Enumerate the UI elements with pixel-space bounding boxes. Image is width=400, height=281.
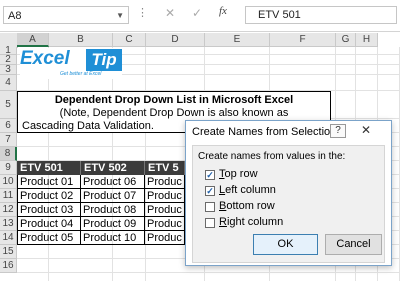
column-header[interactable]: E xyxy=(205,33,270,47)
table-cell[interactable]: Product 08 xyxy=(81,203,145,217)
logo-excel-text: Excel xyxy=(20,48,70,69)
table-cell[interactable]: Produc xyxy=(145,175,185,189)
gridline xyxy=(17,272,400,273)
fx-icon[interactable]: fx xyxy=(219,5,227,17)
row-header[interactable]: 7 xyxy=(0,133,17,147)
column-header[interactable]: D xyxy=(146,33,205,47)
row-header[interactable]: 5 xyxy=(0,91,17,119)
table-cell[interactable]: Produc xyxy=(145,231,185,245)
column-header[interactable]: G xyxy=(336,33,356,47)
name-box-value: A8 xyxy=(8,10,22,22)
formula-bar: A8 ▼ ⋮ ✕ ✓ fx ETV 501 xyxy=(0,0,400,32)
ok-button[interactable]: OK xyxy=(253,234,318,255)
formula-input[interactable]: ETV 501 xyxy=(245,6,397,24)
chevron-down-icon[interactable]: ▼ xyxy=(116,7,124,25)
row-header[interactable]: 11 xyxy=(0,189,17,203)
column-header[interactable]: C xyxy=(113,33,146,47)
row-header[interactable]: 12 xyxy=(0,203,17,217)
column-header[interactable]: A xyxy=(17,33,49,47)
table-cell[interactable]: Produc xyxy=(145,189,185,203)
table-header-cell[interactable]: ETV 5 xyxy=(145,161,185,175)
table-cell[interactable]: Product 07 xyxy=(81,189,145,203)
table-header-cell[interactable]: ETV 501 xyxy=(17,161,81,175)
table-cell[interactable]: Product 10 xyxy=(81,231,145,245)
logo-tip-text: Tip xyxy=(86,49,122,71)
row-header[interactable]: 4 xyxy=(0,75,17,91)
table-cell[interactable]: Product 03 xyxy=(17,203,81,217)
title-note-line: Cascading Data Validation. xyxy=(22,120,154,132)
bottom-row-checkbox[interactable] xyxy=(205,202,215,212)
title-heading: Dependent Drop Down List in Microsoft Ex… xyxy=(54,94,294,106)
table-cell[interactable]: Product 05 xyxy=(17,231,81,245)
row-header[interactable]: 14 xyxy=(0,231,17,245)
table-cell[interactable]: Product 01 xyxy=(17,175,81,189)
row-header[interactable]: 3 xyxy=(0,65,17,75)
separator-icon: ⋮ xyxy=(137,7,148,19)
table-cell[interactable]: Product 04 xyxy=(17,217,81,231)
row-header[interactable]: 13 xyxy=(0,217,17,231)
top-row-checkbox[interactable]: ✓ xyxy=(205,170,215,180)
row-header[interactable]: 6 xyxy=(0,119,17,133)
cancel-icon[interactable]: ✕ xyxy=(165,6,175,20)
table-cell[interactable]: Produc xyxy=(145,217,185,231)
logo-tagline: Get better at Excel xyxy=(60,71,102,77)
dialog-title: Create Names from Selection xyxy=(192,126,337,138)
create-names-dialog: Create Names from Selection ? ✕ Create n… xyxy=(185,120,392,266)
table-cell[interactable]: Product 09 xyxy=(81,217,145,231)
row-header[interactable]: 16 xyxy=(0,259,17,273)
close-icon[interactable]: ✕ xyxy=(361,123,371,137)
option-label: Right column xyxy=(219,216,284,228)
row-header[interactable]: 15 xyxy=(0,245,17,259)
enter-icon[interactable]: ✓ xyxy=(192,6,202,20)
row-header[interactable]: 8 xyxy=(0,147,17,161)
table-header-cell[interactable]: ETV 502 xyxy=(81,161,145,175)
option-label: Bottom row xyxy=(219,200,275,212)
row-header[interactable]: 10 xyxy=(0,175,17,189)
option-label: Top row xyxy=(219,168,258,180)
table-cell[interactable]: Produc xyxy=(145,203,185,217)
group-label: Create names from values in the: xyxy=(198,151,346,162)
option-label: Left column xyxy=(219,184,276,196)
left-column-checkbox[interactable]: ✓ xyxy=(205,186,215,196)
help-icon[interactable]: ? xyxy=(330,124,346,138)
dialog-body: Create names from values in the: ✓ Top r… xyxy=(192,145,385,263)
cancel-button[interactable]: Cancel xyxy=(325,234,382,255)
name-box[interactable]: A8 ▼ xyxy=(3,6,129,24)
right-column-checkbox[interactable] xyxy=(205,218,215,228)
column-header[interactable]: H xyxy=(356,33,378,47)
excel-tip-logo: Excel Tip Get better at Excel xyxy=(20,48,122,79)
table-cell[interactable]: Product 02 xyxy=(17,189,81,203)
column-header[interactable]: B xyxy=(49,33,113,47)
row-header[interactable]: 9 xyxy=(0,161,17,175)
title-note-line: (Note, Dependent Drop Down is also known… xyxy=(59,107,289,119)
table-cell[interactable]: Product 06 xyxy=(81,175,145,189)
column-header[interactable]: F xyxy=(270,33,336,47)
